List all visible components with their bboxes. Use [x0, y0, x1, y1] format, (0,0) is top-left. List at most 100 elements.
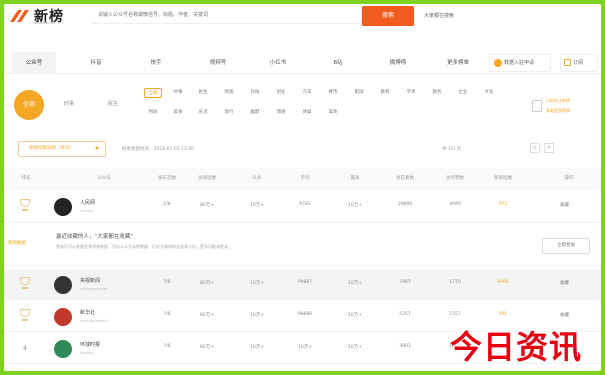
- category-chip[interactable]: 学术: [402, 88, 420, 98]
- column-header: 公众号: [97, 176, 111, 181]
- qr-promo[interactable]: 扫码关注新榜 获取更多榜单: [532, 92, 596, 122]
- prev-page-button[interactable]: <: [530, 143, 540, 153]
- subscribe-button[interactable]: 订阅: [560, 54, 598, 72]
- category-chip[interactable]: 旅行: [220, 108, 238, 118]
- column-header[interactable]: 最高: [340, 168, 370, 190]
- account-name[interactable]: 环球时报: [80, 341, 100, 348]
- category-chip[interactable]: 政务: [428, 88, 446, 98]
- collect-button[interactable]: 收藏: [560, 202, 569, 208]
- table-cell: 975: [498, 202, 508, 207]
- page-frame: 新榜 NEWRANK.CN 搜索 大家都在搜索 公众号 抖音 快手 视频号 小红…: [4, 4, 601, 371]
- table-cell: 10万+: [348, 345, 362, 350]
- logo[interactable]: 新榜 NEWRANK.CN: [8, 6, 86, 26]
- table-cell: 1770: [449, 280, 461, 285]
- trophy-icon: [19, 309, 31, 323]
- column-header[interactable]: 头条: [242, 168, 272, 190]
- tab-kuaishou[interactable]: 快手: [134, 52, 178, 74]
- table-cell: 10万+: [250, 345, 264, 350]
- category-chip[interactable]: 体娱: [298, 108, 316, 118]
- table-cell: 10万+: [348, 281, 362, 286]
- tab-bilibili[interactable]: B站: [316, 52, 360, 74]
- account-name[interactable]: 央视新闻: [80, 277, 100, 284]
- tab-channels[interactable]: 视频号: [196, 52, 240, 74]
- table-row[interactable]: 人民网 rmrbwx 1/8 80万+ 10万+ 9783 10万+ 29689 4949 975…: [4, 192, 601, 222]
- tab-more[interactable]: 更多榜单: [436, 52, 480, 74]
- table-cell: 10万+: [348, 203, 362, 208]
- logo-icon: [10, 10, 29, 22]
- table-cell: 10万+: [250, 203, 264, 208]
- logo-subtitle: NEWRANK.CN: [34, 21, 55, 25]
- account-name[interactable]: 人民网: [80, 199, 95, 206]
- login-notice: 新榜数据 最近收藏的人，“大家都在收藏” 登录后可以查看更多榜单数据，包括公众号…: [4, 226, 601, 266]
- column-header[interactable]: 总在看数: [386, 168, 424, 190]
- category-chip[interactable]: 教育: [376, 88, 394, 98]
- subscribe-icon: [564, 59, 571, 66]
- table-cell: 1557: [449, 312, 461, 317]
- ranking-type-select[interactable]: 新榜指数日榜（昨日）: [18, 141, 106, 157]
- table-cell: 99887: [297, 280, 313, 285]
- category-chip[interactable]: 企业: [454, 88, 472, 98]
- table-cell: 7967: [399, 280, 411, 285]
- category-chip[interactable]: 创业: [272, 88, 290, 98]
- table-cell: 4949: [449, 202, 461, 207]
- collect-button[interactable]: 收藏: [560, 280, 569, 286]
- table-cell: 7/8: [163, 280, 171, 285]
- category-chip[interactable]: 科技: [246, 88, 264, 98]
- table-row[interactable]: 央视新闻 cctvnewscenter 7/8 80万+ 10万+ 99887 10万+ 79…: [4, 270, 601, 300]
- account-name[interactable]: 新华社: [80, 309, 95, 316]
- category-chip[interactable]: 全部: [144, 88, 162, 98]
- tab-wechat[interactable]: 公众号: [12, 52, 56, 74]
- apply-button[interactable]: 数据入驻申请: [489, 54, 551, 72]
- category-chip[interactable]: 情感: [272, 108, 290, 118]
- search-button[interactable]: 搜索: [362, 6, 414, 26]
- table-cell: 29689: [397, 202, 413, 207]
- notice-text: 登录后可以查看更多榜单数据，包括公众号详细数据、历史文章和粉丝画像分析，更多功能…: [56, 244, 232, 249]
- filter-option-2[interactable]: 民生: [108, 100, 118, 107]
- tab-douyin[interactable]: 抖音: [74, 52, 118, 74]
- category-chip[interactable]: 汽车: [298, 88, 316, 98]
- category-chip[interactable]: 职场: [350, 88, 368, 98]
- category-chip[interactable]: 幽默: [246, 108, 264, 118]
- category-chip[interactable]: 美食: [169, 108, 187, 118]
- category-filter: 全部 时事 民生 全部 时事 民生 财富 科技 创业 汽车 楼市 职场 教育 学术 政务 企业 文化 时尚美…: [4, 78, 601, 134]
- category-chip[interactable]: 美体: [324, 108, 342, 118]
- trending-link[interactable]: 大家都在搜索: [424, 12, 454, 19]
- search-input[interactable]: [98, 10, 298, 20]
- category-chip[interactable]: 时尚: [144, 108, 162, 118]
- avatar[interactable]: [54, 340, 72, 358]
- category-chip[interactable]: 楼市: [324, 88, 342, 98]
- avatar[interactable]: [54, 276, 72, 294]
- column-header[interactable]: 总点赞数: [436, 168, 474, 190]
- update-time: 榜单更新时间：2024-01-05 12:00: [122, 147, 195, 152]
- category-chip[interactable]: 文化: [480, 88, 498, 98]
- category-chip[interactable]: 乐活: [194, 108, 212, 118]
- filter-option-1[interactable]: 时事: [64, 100, 74, 107]
- trophy-icon: [19, 199, 31, 213]
- next-page-button[interactable]: >: [544, 143, 554, 153]
- table-cell: 7/8: [163, 312, 171, 317]
- collect-button[interactable]: 收藏: [560, 312, 569, 318]
- table-cell: 98886: [297, 312, 313, 317]
- all-category-button[interactable]: 全部: [14, 90, 44, 120]
- account-id: xinhuashefabu1: [80, 319, 109, 323]
- table-cell: 80万+: [200, 345, 214, 350]
- column-header[interactable]: 总阅读数: [190, 168, 224, 190]
- column-header[interactable]: 新榜指数: [484, 168, 522, 190]
- table-cell: 10万+: [250, 313, 264, 318]
- page-info: 共 1/5 页: [442, 147, 462, 152]
- table-cell: 3801: [399, 344, 411, 349]
- category-chip[interactable]: 财富: [220, 88, 238, 98]
- avatar[interactable]: [54, 308, 72, 326]
- column-header[interactable]: 发布次数: [152, 168, 182, 190]
- notice-tag: 新榜数据: [8, 241, 26, 246]
- tab-weibo[interactable]: 微博榜: [376, 52, 420, 74]
- tab-xiaohongshu[interactable]: 小红书: [256, 52, 300, 74]
- category-chip[interactable]: 时事: [169, 88, 187, 98]
- table-cell: 80万+: [200, 203, 214, 208]
- column-header[interactable]: 平均: [290, 168, 320, 190]
- category-chip[interactable]: 民生: [194, 88, 212, 98]
- badge-icon: [494, 59, 502, 67]
- account-id: hqsbwx: [80, 351, 94, 355]
- login-button[interactable]: 立即登录: [542, 238, 590, 254]
- avatar[interactable]: [54, 198, 72, 216]
